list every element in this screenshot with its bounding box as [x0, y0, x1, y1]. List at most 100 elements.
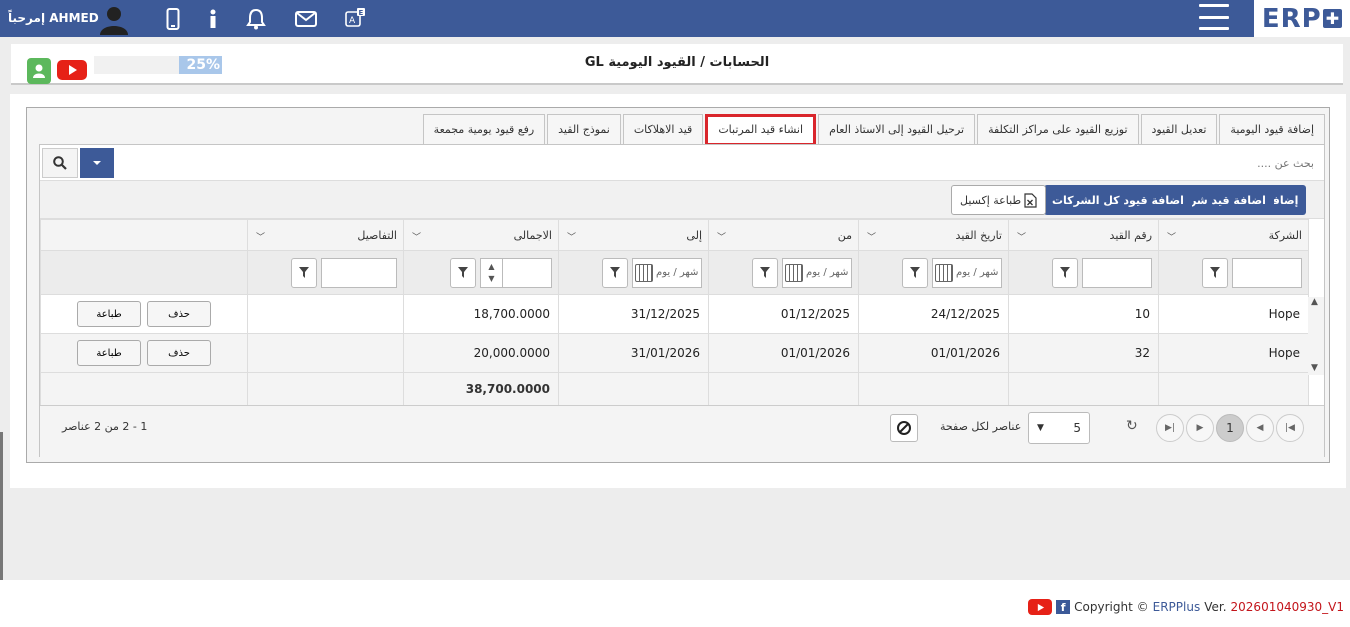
company-filter-input[interactable]	[1232, 257, 1302, 288]
filter-icon[interactable]	[602, 257, 628, 288]
col-header-entry-date[interactable]: تاريخ القيد ﹀	[858, 219, 1009, 251]
calendar-icon[interactable]	[785, 263, 803, 282]
col-header-total[interactable]: الاجمالى ﹀	[403, 219, 559, 251]
logo-text: ERP	[1261, 3, 1322, 34]
tab-post-to-ledger[interactable]: ترحيل القيود إلى الاستاذ العام	[818, 114, 976, 146]
entry-no-filter-input[interactable]	[1082, 257, 1152, 288]
refresh-icon[interactable]: ↻	[1126, 418, 1138, 434]
calendar-icon[interactable]	[635, 263, 653, 282]
table-row[interactable]: Hope 32 01/01/2026 01/01/2026 31/01/2026…	[40, 333, 1309, 373]
chevron-down-icon: ﹀	[412, 233, 422, 243]
mail-icon[interactable]	[295, 8, 317, 30]
bell-icon[interactable]	[245, 8, 267, 30]
youtube-icon[interactable]	[1028, 599, 1053, 615]
print-row-button[interactable]: طباعة	[77, 340, 141, 366]
copyright: f Copyright © ERPPlus Ver. 202601040930_…	[1028, 599, 1344, 615]
entry-date-filter-input[interactable]: شهر / يوم	[932, 257, 1002, 288]
pager-info: 1 - 2 من 2 عناصر	[62, 420, 148, 433]
print-row-button[interactable]: طباعة	[77, 301, 141, 327]
filter-icon[interactable]	[291, 257, 317, 288]
scroll-down-icon[interactable]: ▼	[1311, 363, 1318, 373]
tab-upload-bulk-entries[interactable]: رفع قيود يومية مجمعة	[422, 114, 546, 146]
language-icon[interactable]: AE	[344, 8, 366, 30]
left-edge	[0, 432, 3, 582]
from-filter-input[interactable]: شهر / يوم	[782, 257, 852, 288]
delete-row-button[interactable]: حذف	[147, 301, 211, 327]
print-excel-button[interactable]: طباعة إكسيل	[951, 185, 1047, 215]
logo-plus-icon: ✚	[1322, 9, 1343, 28]
table-row[interactable]: Hope 10 24/12/2025 01/12/2025 31/12/2025…	[40, 294, 1309, 334]
search-input[interactable]	[114, 149, 1320, 177]
prev-page-icon[interactable]: ◀	[1246, 414, 1274, 442]
tab-add-journal[interactable]: إضافة قيود اليومية	[1219, 114, 1325, 146]
grand-total: 38,700.0000	[403, 372, 559, 406]
app-logo[interactable]: ERP ✚	[1254, 0, 1350, 37]
col-header-from[interactable]: من ﹀	[708, 219, 859, 251]
first-page-icon[interactable]: |◀	[1276, 414, 1304, 442]
scroll-up-icon[interactable]: ▲	[1311, 297, 1318, 307]
hamburger-menu-icon[interactable]	[1199, 4, 1229, 30]
tab-depreciation-entry[interactable]: قيد الاهلاكات	[622, 114, 704, 146]
info-icon[interactable]	[202, 8, 224, 30]
search-dropdown-button[interactable]	[80, 148, 114, 178]
current-page-button[interactable]: 1	[1216, 414, 1244, 442]
filter-icon[interactable]	[1052, 257, 1078, 288]
tab-entry-template[interactable]: نموذج القيد	[547, 114, 621, 146]
col-header-entry-no[interactable]: رقم القيد ﹀	[1008, 219, 1159, 251]
grid: إضافة اضافة قيد شركة اضافة قيود كل الشرك…	[39, 144, 1325, 457]
filter-icon[interactable]	[752, 257, 778, 288]
total-filter-input[interactable]: ▲ ▼	[480, 257, 552, 288]
chevron-down-icon: ﹀	[867, 233, 877, 243]
delete-row-button[interactable]: حذف	[147, 340, 211, 366]
svg-text:A: A	[349, 16, 356, 26]
to-filter-input[interactable]: شهر / يوم	[632, 257, 702, 288]
progress-bar: 25%	[94, 56, 222, 74]
header-row: الشركة ﹀ رقم القيد ﹀ تاريخ القيد ﹀ من ﹀ إلى ﹀…	[40, 219, 1309, 251]
details-filter-input[interactable]	[321, 257, 397, 288]
filter-icon[interactable]	[450, 257, 476, 288]
spinner-arrows-icon[interactable]: ▲ ▼	[481, 258, 503, 287]
col-header-to[interactable]: إلى ﹀	[558, 219, 709, 251]
brand-link[interactable]: ERPPlus	[1153, 600, 1201, 614]
filter-icon[interactable]	[902, 257, 928, 288]
filter-icon[interactable]	[1202, 257, 1228, 288]
mobile-icon[interactable]	[162, 8, 184, 30]
tab-edit-entries[interactable]: تعديل القيود	[1140, 114, 1218, 146]
calendar-icon[interactable]	[935, 263, 953, 282]
caret-down-icon: ▼	[1037, 423, 1044, 433]
tab-strip: إضافة قيود اليومية تعديل القيود توزيع ال…	[422, 114, 1325, 146]
cancel-icon[interactable]	[890, 414, 918, 442]
last-page-icon[interactable]: ▶|	[1156, 414, 1184, 442]
col-header-details[interactable]: التفاصيل ﹀	[247, 219, 404, 251]
col-header-company[interactable]: الشركة ﹀	[1158, 219, 1309, 251]
vertical-scrollbar[interactable]: ▲ ▼	[1308, 297, 1324, 375]
chevron-down-icon: ﹀	[256, 233, 266, 243]
chevron-down-icon: ﹀	[717, 233, 727, 243]
tab-distribute-cost-centers[interactable]: توزيع القيود على مراكز التكلفة	[977, 114, 1139, 146]
svg-text:E: E	[359, 9, 364, 17]
user-greeting[interactable]: إمرحباً AHMED	[8, 11, 99, 25]
youtube-icon[interactable]	[57, 60, 87, 80]
search-row	[40, 145, 1324, 181]
progress-text: 25%	[186, 57, 220, 73]
facebook-icon[interactable]: f	[1056, 600, 1071, 614]
pager: |◀ ◀ 1 ▶ ▶| ↻ ▼ 5 عناصر لكل صفحة 1 - 2 م…	[40, 405, 1324, 457]
chevron-down-icon: ﹀	[1167, 233, 1177, 243]
chevron-down-icon: ﹀	[567, 233, 577, 243]
add-all-companies-button[interactable]: اضافة قيود كل الشركات	[1044, 185, 1192, 215]
next-page-icon[interactable]: ▶	[1186, 414, 1214, 442]
filter-row: شهر / يوم شهر / يوم شهر / يوم ▲ ▼	[40, 250, 1309, 295]
main-panel: إضافة قيود اليومية تعديل القيود توزيع ال…	[10, 94, 1346, 488]
excel-file-icon	[1024, 192, 1037, 208]
totals-row: 38,700.0000	[40, 372, 1309, 406]
search-button[interactable]	[42, 148, 78, 178]
grid-toolbar: إضافة اضافة قيد شركة اضافة قيود كل الشرك…	[40, 181, 1324, 219]
footer: f Copyright © ERPPlus Ver. 202601040930_…	[0, 580, 1350, 627]
caret-down-icon	[93, 161, 101, 165]
tab-create-payroll-entry[interactable]: انشاء قيد المرتبات	[705, 114, 817, 146]
title-panel: الحسابات / القيود اليومية GL 25%	[11, 44, 1343, 85]
col-header-actions	[40, 219, 248, 251]
page-size-select[interactable]: ▼ 5	[1028, 412, 1090, 444]
user-avatar-icon[interactable]	[98, 3, 130, 35]
contact-card-icon[interactable]	[27, 58, 51, 84]
